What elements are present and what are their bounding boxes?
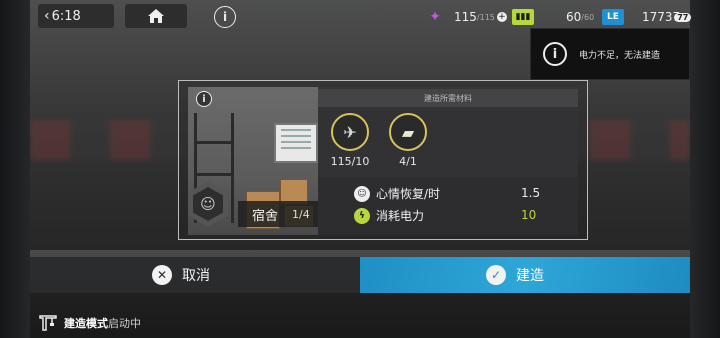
lmd-icon: LE [602, 9, 624, 25]
currency-resource: LE 17737 77 [602, 6, 692, 28]
cancel-label: 取消 [182, 268, 210, 284]
whiteboard-graphic [274, 123, 318, 163]
notice-text: 电力不足，无法建造 [579, 50, 661, 61]
clock-time: 6:18 [51, 8, 81, 24]
mode-label: 建造模式 [64, 317, 108, 330]
drone-max: /115 [476, 12, 495, 22]
home-button[interactable] [125, 4, 187, 28]
power-warning-notice: i 电力不足，无法建造 [530, 28, 690, 80]
add-drone-icon[interactable]: + [496, 12, 507, 22]
back-button[interactable]: ‹ 6:18 [38, 4, 114, 28]
chevron-left-icon: ‹ [44, 8, 50, 24]
build-button[interactable]: ✓ 建造 [360, 257, 690, 293]
battery-value: 60 [566, 10, 582, 24]
battery-max: /60 [581, 12, 595, 22]
battery-icon: ▮▮▮ [512, 9, 534, 25]
room-count: 1/4 [292, 207, 310, 221]
info-icon: i [543, 42, 567, 66]
info-button[interactable]: i [214, 6, 236, 28]
power-icon: ϟ [354, 207, 370, 224]
info-icon: i [202, 93, 206, 105]
material-count: 4/1 [399, 155, 417, 168]
materials-area: ✈ 115/10 ▰ 4/1 [318, 107, 578, 177]
currency-badge: 77 [674, 12, 692, 22]
action-buttons: ✕ 取消 ✓ 建造 [30, 257, 690, 293]
check-icon: ✓ [486, 265, 506, 285]
battery-resource: ▮▮▮ 60 /60 [512, 6, 594, 28]
room-label: 宿舍 1/4 [238, 201, 318, 227]
material-count: 115/10 [330, 155, 370, 168]
home-icon [148, 9, 164, 23]
stat-power: ϟ 消耗电力 [354, 207, 424, 224]
material-item[interactable]: ✈ 115/10 [328, 113, 372, 168]
mode-state: 启动中 [108, 317, 141, 330]
drone-icon: ✦ [429, 9, 441, 25]
materials-header: 建造所需材料 [318, 89, 578, 107]
drone-resource: ✦ 115 /115 + [424, 6, 507, 28]
material-item[interactable]: ▰ 4/1 [386, 113, 430, 168]
building-material-icon: ▰ [389, 113, 427, 151]
stat-value: 10 [521, 208, 537, 222]
stat-mood: ☺ 心情恢复/时 [354, 185, 440, 202]
close-icon: ✕ [152, 265, 172, 285]
build-mode-status: 建造模式启动中 [38, 314, 141, 332]
mood-icon: ☺ [354, 185, 370, 202]
room-info-button[interactable]: i [196, 91, 212, 107]
build-panel: ☺ 宿舍 1/4 i 建造所需材料 ✈ 115/10 ▰ 4/1 ☺ 心情恢复/… [188, 87, 578, 235]
crane-icon [39, 315, 57, 331]
edge-right [690, 0, 720, 338]
build-label: 建造 [516, 268, 544, 284]
stat-label: 消耗电力 [376, 209, 425, 223]
room-name: 宿舍 [252, 208, 279, 224]
drone-value: 115 [454, 10, 477, 24]
stat-value: 1.5 [521, 186, 541, 200]
stats-area: ☺ 心情恢复/时 1.5 ϟ 消耗电力 10 [318, 177, 578, 235]
cancel-button[interactable]: ✕ 取消 [30, 257, 360, 293]
room-preview-image: ☺ 宿舍 1/4 i [188, 87, 318, 235]
stat-label: 心情恢复/时 [376, 187, 441, 201]
edge-left [0, 0, 30, 338]
drone-material-icon: ✈ [331, 113, 369, 151]
info-icon: i [222, 10, 228, 24]
